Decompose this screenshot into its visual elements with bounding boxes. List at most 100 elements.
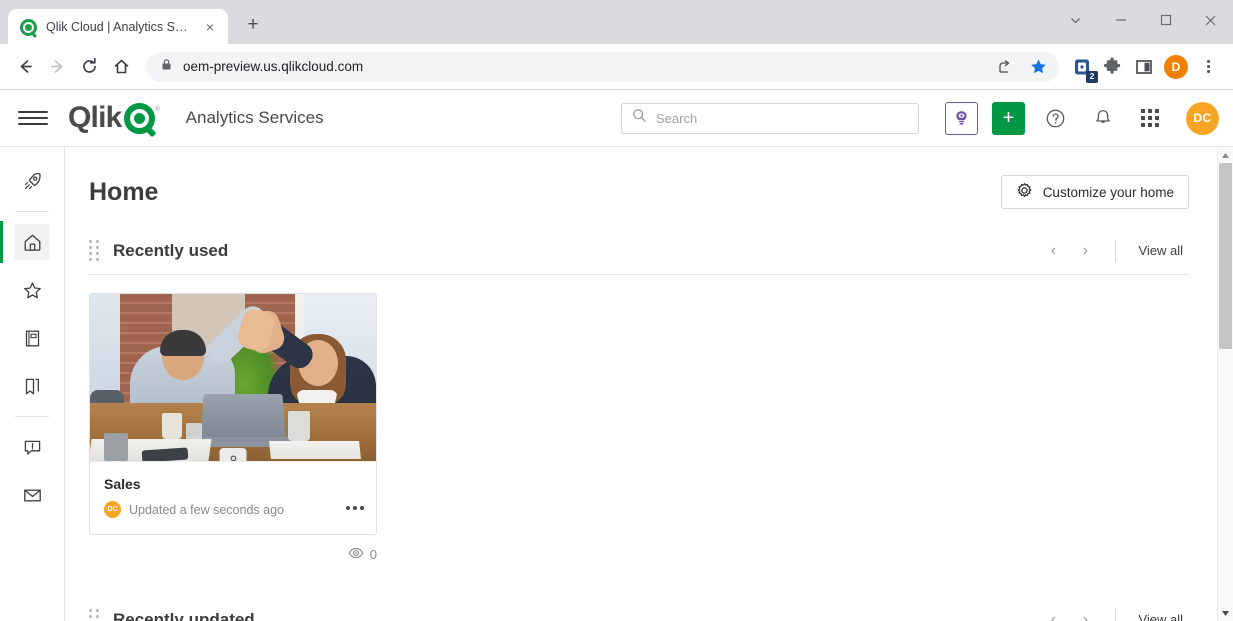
- card-subtitle: Updated a few seconds ago: [129, 502, 284, 517]
- qlik-app: Qlik ® Analytics Services Search + DC Ho…: [0, 90, 1233, 621]
- split-screen-icon[interactable]: [1129, 52, 1159, 82]
- profile-initial: D: [1164, 54, 1188, 79]
- browser-profile-avatar[interactable]: D: [1161, 52, 1191, 82]
- browser-tab[interactable]: Qlik Cloud | Analytics Services ×: [8, 9, 228, 45]
- forward-button[interactable]: [42, 52, 72, 82]
- bell-icon[interactable]: [1086, 102, 1119, 135]
- card-title: Sales: [104, 476, 141, 492]
- main-content: Home Customize your home Recently used ‹…: [65, 147, 1233, 621]
- scroll-up-arrow[interactable]: [1218, 147, 1233, 163]
- user-avatar[interactable]: DC: [1186, 101, 1219, 135]
- section-title: Recently used: [113, 240, 229, 260]
- scrollbar-thumb[interactable]: [1218, 163, 1232, 349]
- sidebar-item-launch[interactable]: [14, 163, 50, 199]
- close-tab-icon[interactable]: ×: [200, 17, 220, 37]
- close-window-button[interactable]: [1188, 0, 1233, 40]
- create-button[interactable]: +: [992, 101, 1025, 135]
- section-actions: ‹ › View all: [1039, 237, 1189, 265]
- scroll-down-arrow[interactable]: [1218, 605, 1233, 621]
- app-body: Home Customize your home Recently used ‹…: [0, 147, 1233, 621]
- card-footer: 0: [89, 545, 377, 564]
- search-input[interactable]: Search: [621, 102, 919, 134]
- section-header-recently-used: Recently used ‹ › View all: [89, 235, 1189, 275]
- search-icon: [632, 108, 647, 128]
- card-meta: DC Updated a few seconds ago: [104, 501, 362, 518]
- section-title-2: Recently updated: [113, 609, 255, 621]
- back-button[interactable]: [10, 52, 40, 82]
- header-actions: Search + DC: [621, 101, 1219, 135]
- help-icon[interactable]: [1039, 102, 1072, 135]
- sidebar-item-catalog[interactable]: [14, 320, 50, 356]
- customize-home-button[interactable]: Customize your home: [1000, 175, 1189, 209]
- url-text: oem-preview.us.qlikcloud.com: [183, 59, 364, 74]
- qlik-logo[interactable]: Qlik ®: [68, 101, 160, 137]
- minimize-window-button[interactable]: [1098, 0, 1143, 40]
- card-wrapper: Sales DC Updated a few seconds ago 0: [89, 293, 377, 564]
- sidebar-item-home[interactable]: [0, 221, 50, 263]
- home-button[interactable]: [106, 52, 136, 82]
- page-title: Home: [89, 177, 159, 206]
- next-button[interactable]: ›: [1071, 237, 1099, 265]
- sidebar-divider-2: [15, 416, 49, 417]
- kebab-menu-icon[interactable]: [1193, 52, 1223, 82]
- new-tab-button[interactable]: +: [238, 10, 268, 40]
- customize-home-label: Customize your home: [1042, 184, 1174, 200]
- vertical-scrollbar[interactable]: [1217, 147, 1233, 621]
- search-placeholder: Search: [656, 110, 698, 126]
- address-bar[interactable]: oem-preview.us.qlikcloud.com: [146, 51, 1059, 82]
- tab-strip: Qlik Cloud | Analytics Services × +: [0, 0, 268, 45]
- omnibox-actions: [989, 52, 1053, 82]
- puzzle-icon[interactable]: [1097, 52, 1127, 82]
- sidebar-item-subscriptions[interactable]: [14, 477, 50, 513]
- collapse-window-button[interactable]: [1053, 0, 1098, 40]
- view-all-link[interactable]: View all: [1132, 243, 1189, 258]
- prev-button[interactable]: ‹: [1039, 237, 1067, 265]
- browser-title-bar: Qlik Cloud | Analytics Services × +: [0, 0, 1233, 45]
- tab-title: Qlik Cloud | Analytics Services: [46, 20, 191, 34]
- scrollbar-track[interactable]: [1218, 163, 1233, 605]
- sidebar-item-favorites[interactable]: [14, 272, 50, 308]
- share-icon[interactable]: [989, 52, 1019, 82]
- browser-toolbar: oem-preview.us.qlikcloud.com 2 D: [0, 44, 1233, 90]
- sidebar-item-collections[interactable]: [14, 368, 50, 404]
- qlik-q-icon: [123, 102, 156, 137]
- app-name: Analytics Services: [185, 108, 324, 127]
- extension-badge-count: 2: [1086, 70, 1098, 83]
- eye-icon: [348, 545, 364, 564]
- sidebar-divider: [15, 211, 49, 212]
- personal-space-icon: [219, 448, 247, 461]
- app-header: Qlik ® Analytics Services Search + DC: [0, 90, 1233, 147]
- window-controls: [1053, 0, 1233, 40]
- divider-2: [1115, 608, 1117, 621]
- section-actions-2: ‹ › View all: [1039, 606, 1189, 621]
- hamburger-icon[interactable]: [18, 103, 48, 133]
- view-all-link-2[interactable]: View all: [1132, 612, 1189, 621]
- drag-handle-icon-2[interactable]: [89, 609, 99, 621]
- apps-grid-icon[interactable]: [1133, 102, 1166, 135]
- next-button-2[interactable]: ›: [1071, 606, 1099, 621]
- qlik-logo-text: Qlik: [68, 101, 122, 134]
- gear-icon: [1016, 182, 1033, 202]
- owner-avatar: DC: [104, 501, 121, 518]
- views-count: 0: [369, 547, 377, 562]
- sidebar-item-alerts[interactable]: [14, 429, 50, 465]
- page-header: Home Customize your home: [89, 175, 1189, 209]
- app-card[interactable]: Sales DC Updated a few seconds ago: [89, 293, 377, 535]
- content-inner: Home Customize your home Recently used ‹…: [65, 147, 1233, 621]
- extension-icon[interactable]: 2: [1069, 54, 1098, 83]
- browser-window: Qlik Cloud | Analytics Services × +: [0, 0, 1233, 621]
- prev-button-2[interactable]: ‹: [1039, 606, 1067, 621]
- cards-row-recently-used: Sales DC Updated a few seconds ago 0: [89, 293, 1189, 564]
- app-thumbnail: [90, 294, 376, 462]
- insight-advisor-button[interactable]: [945, 101, 978, 135]
- divider: [1115, 239, 1117, 262]
- bookmark-star-icon[interactable]: [1023, 52, 1053, 82]
- lock-icon: [160, 58, 173, 76]
- reload-button[interactable]: [74, 52, 104, 82]
- trademark-symbol: ®: [154, 105, 160, 113]
- more-options-icon[interactable]: [346, 506, 364, 510]
- maximize-window-button[interactable]: [1143, 0, 1188, 40]
- section-header-recently-updated: Recently updated ‹ › View all: [89, 604, 1189, 621]
- qlik-logo-icon: [20, 18, 38, 38]
- drag-handle-icon[interactable]: [89, 240, 99, 261]
